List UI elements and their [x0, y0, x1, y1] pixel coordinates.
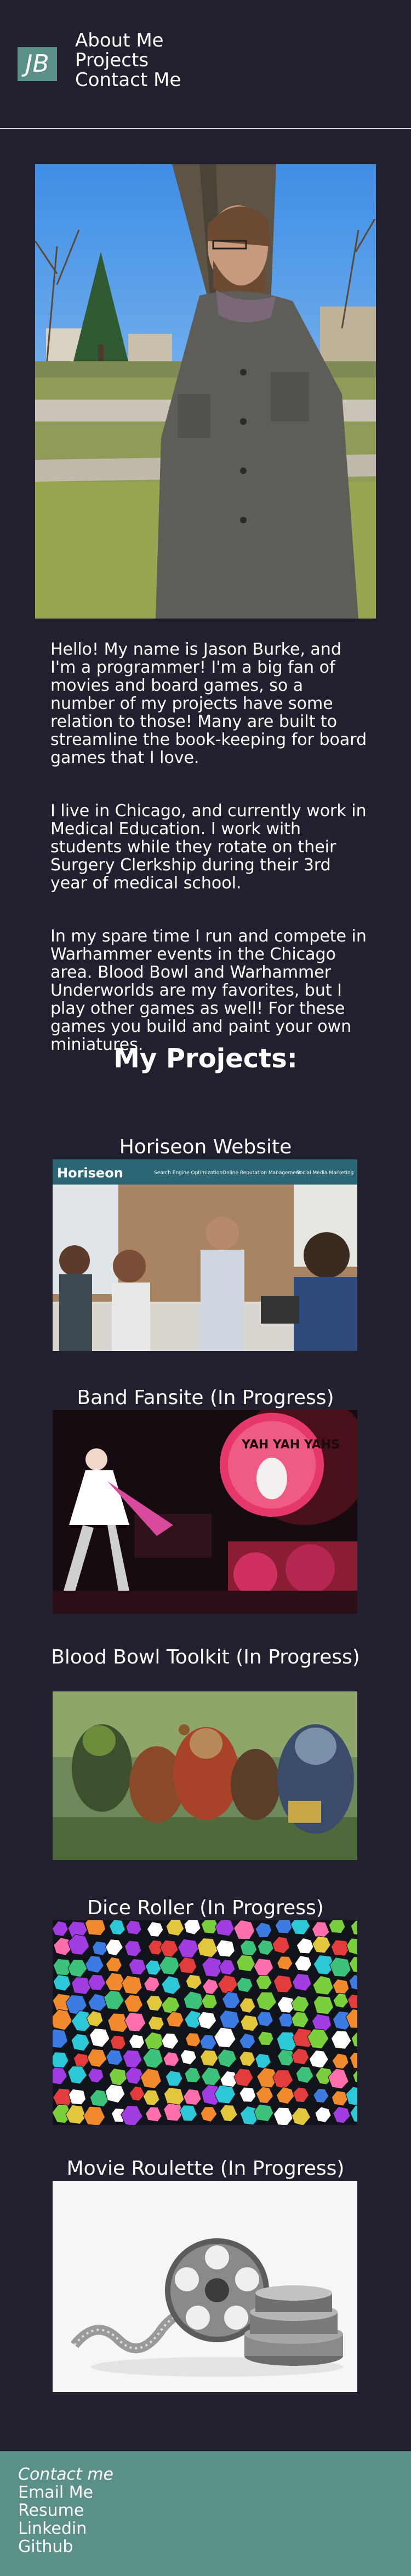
projects-heading: My Projects:: [113, 1043, 298, 1074]
about-paragraph: I live in Chicago, and currently work in…: [50, 801, 367, 893]
nav-link-projects[interactable]: Projects: [75, 50, 181, 70]
horiseon-nav-1: Search Engine Optimization: [154, 1170, 222, 1176]
profile-photo: [35, 164, 376, 619]
project-image-band-fansite[interactable]: YAH YAH YAHS: [53, 1410, 357, 1614]
project-title-blood-bowl[interactable]: Blood Bowl Toolkit (In Progress): [50, 1647, 361, 1668]
project-image-movie-roulette[interactable]: [53, 2181, 357, 2392]
logo[interactable]: JB: [18, 47, 57, 81]
nav-link-about[interactable]: About Me: [75, 31, 181, 50]
project-image-horiseon[interactable]: Horiseon Search Engine Optimization Onli…: [53, 1159, 357, 1351]
footer-links: Contact me Email Me Resume Linkedin Gith…: [18, 2465, 113, 2556]
horiseon-nav-3: Social Media Marketing: [296, 1170, 353, 1176]
project-title-band-fansite[interactable]: Band Fansite (In Progress): [50, 1387, 361, 1409]
footer-link-linkedin[interactable]: Linkedin: [18, 2520, 113, 2538]
project-title-movie-roulette[interactable]: Movie Roulette (In Progress): [50, 2158, 361, 2180]
main-nav: About Me Projects Contact Me: [75, 31, 181, 90]
project-title-horiseon[interactable]: Horiseon Website: [50, 1136, 361, 1158]
about-section: Hello! My name is Jason Burke, and I'm a…: [50, 640, 368, 1089]
project-title-dice-roller[interactable]: Dice Roller (In Progress): [50, 1897, 361, 1919]
horiseon-nav-2: Online Reputation Management: [222, 1170, 301, 1176]
horiseon-brand: Horiseon: [57, 1165, 123, 1181]
band-banner-text: YAH YAH YAHS: [241, 1438, 340, 1452]
project-image-blood-bowl[interactable]: [53, 1691, 357, 1860]
site-header: JB About Me Projects Contact Me: [0, 0, 411, 129]
about-paragraph: Hello! My name is Jason Burke, and I'm a…: [50, 640, 367, 767]
site-footer: Contact me Email Me Resume Linkedin Gith…: [0, 2451, 411, 2576]
about-paragraph: In my spare time I run and compete in Wa…: [50, 927, 367, 1054]
nav-link-contact[interactable]: Contact Me: [75, 70, 181, 90]
footer-link-resume[interactable]: Resume: [18, 2502, 113, 2520]
footer-contact-label: Contact me: [18, 2465, 113, 2484]
footer-link-email[interactable]: Email Me: [18, 2483, 113, 2502]
footer-link-github[interactable]: Github: [18, 2538, 113, 2556]
project-image-dice-roller[interactable]: [53, 1920, 357, 2125]
